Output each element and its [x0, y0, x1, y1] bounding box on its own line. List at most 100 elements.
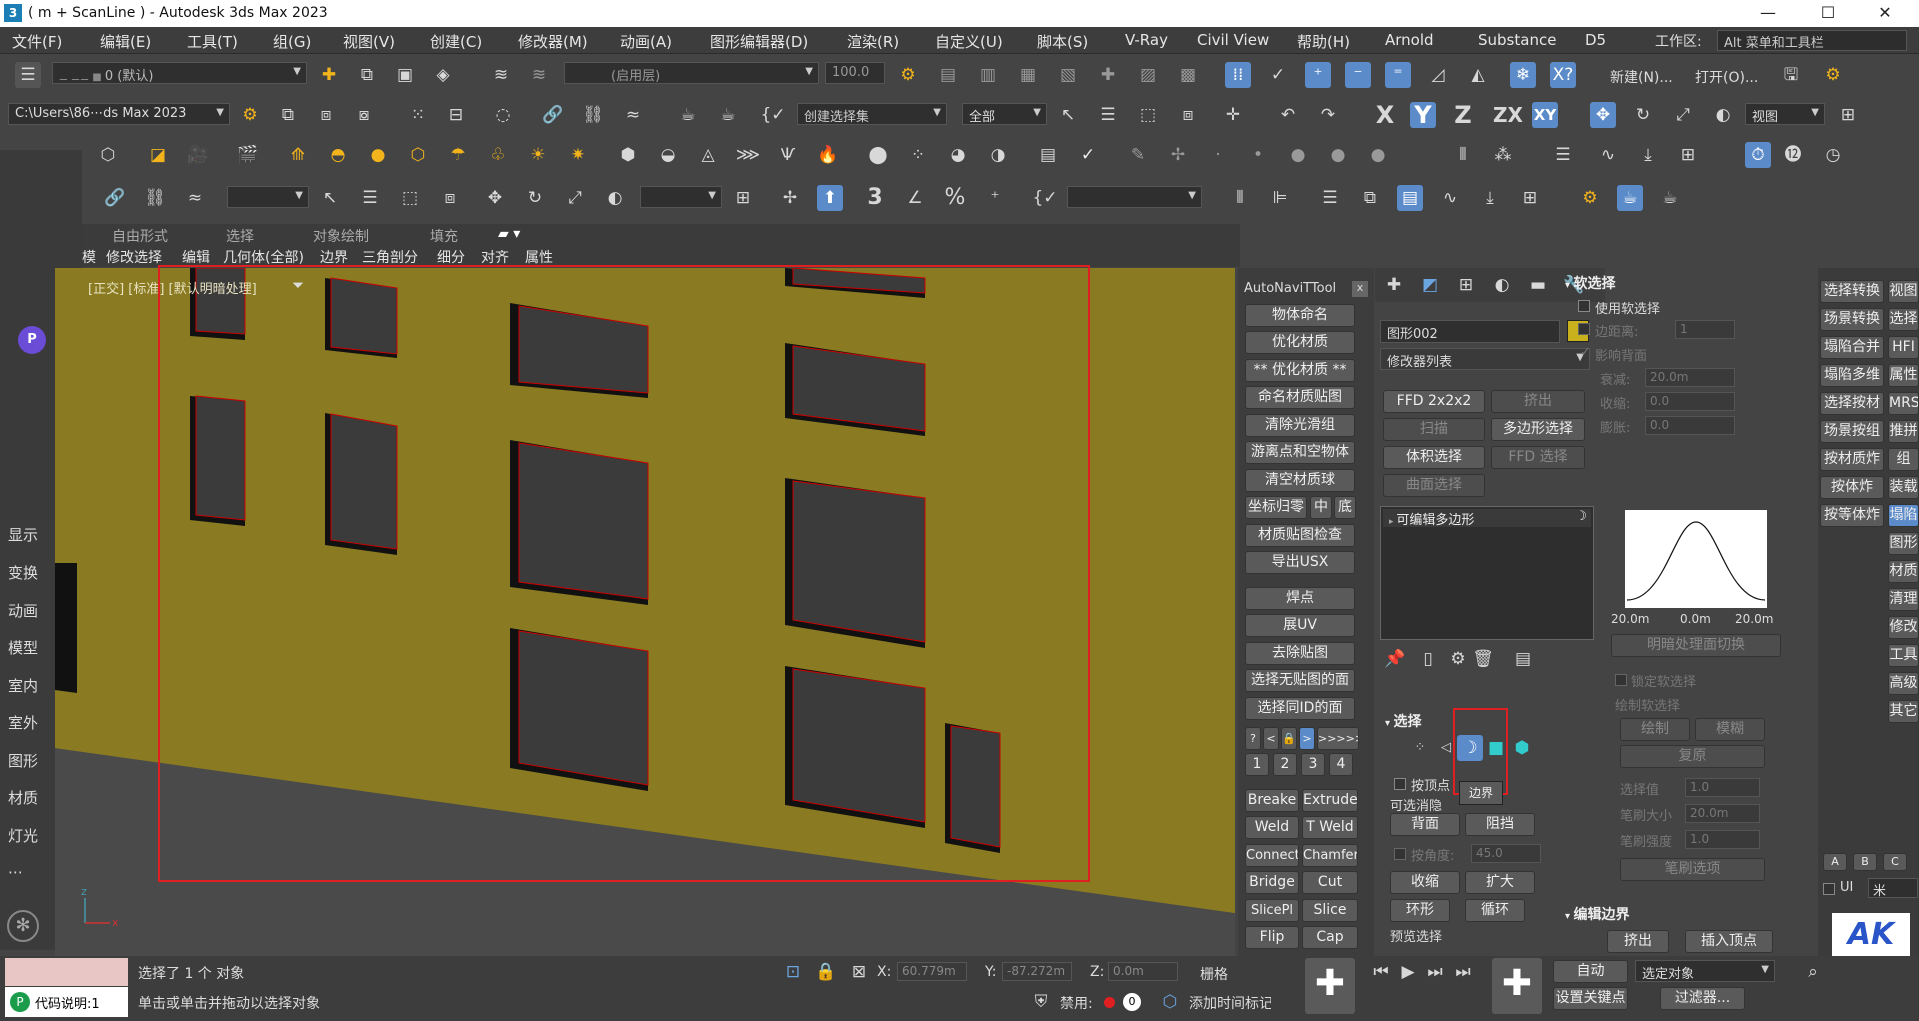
place-tool-icon[interactable]: ◐ [1710, 102, 1736, 128]
menu-help[interactable]: 帮助(H) [1297, 31, 1350, 52]
render-archive-icon[interactable]: ▩ [1175, 62, 1201, 88]
umbrella-light-icon[interactable]: ☂ [445, 142, 471, 168]
mod-volume-select[interactable]: 体积选择 [1383, 446, 1485, 469]
mini-forward[interactable]: >>>>> [1317, 727, 1359, 750]
render-setup-icon-2[interactable]: ⚙ [1577, 185, 1603, 211]
render-icon[interactable]: ▦ [1015, 62, 1041, 88]
occluded-button[interactable]: 阻挡 [1465, 813, 1535, 836]
set-key-button[interactable]: 设置关键点 [1553, 987, 1628, 1010]
left-lights[interactable]: 灯光 [8, 825, 38, 846]
unit-dropdown[interactable]: 米 [1868, 878, 1918, 898]
fr-c[interactable]: C [1883, 853, 1907, 871]
menu-create[interactable]: 创建(C) [430, 31, 482, 52]
fr-other[interactable]: 其它 [1888, 700, 1919, 723]
paint-icon[interactable]: ✎ [1125, 142, 1151, 168]
add-time-tag-icon[interactable]: ⬡ [1157, 989, 1183, 1015]
snap-grid-icon[interactable]: ⁞⁞ [1225, 62, 1251, 88]
ribbon-toggle-icon[interactable]: ▤ [1397, 185, 1423, 211]
settings-gear-icon-left[interactable]: ✻ [7, 910, 39, 942]
lock-icon[interactable]: 🔒 [1281, 727, 1297, 750]
scale-tool-icon[interactable]: ⤢ [1670, 102, 1696, 128]
ribbon-geometry-all[interactable]: 几何体(全部) [223, 247, 304, 267]
layer-explorer-icon[interactable]: ☰ [1550, 142, 1576, 168]
ribbon-triangulation[interactable]: 三角剖分 [362, 247, 418, 267]
mod-poly-select[interactable]: 多边形选择 [1491, 418, 1585, 441]
selected-object-dropdown[interactable]: 选定对象 ▼ [1635, 960, 1775, 982]
curve-editor-icon[interactable]: ∿ [1595, 142, 1621, 168]
percent-snap-icon[interactable]: % [942, 185, 968, 211]
fr-scene-by-group[interactable]: 场景按组 [1820, 420, 1884, 443]
x-coord-field[interactable]: 60.779m [897, 962, 967, 981]
dot-xlarge-icon[interactable]: ● [1325, 142, 1351, 168]
ribbon-tab-populate[interactable]: 填充 [430, 226, 458, 246]
bubble-spinner[interactable]: 0.0 [1645, 416, 1735, 435]
mod-ffd-select[interactable]: FFD 选择 [1491, 446, 1585, 469]
fr-view[interactable]: 视图 [1888, 280, 1919, 303]
mirror-icon[interactable]: ◿ [1425, 62, 1451, 88]
fr-mrs[interactable]: MRS [1888, 392, 1919, 415]
record-indicator-icon[interactable] [1104, 997, 1115, 1008]
mirror-align-icon[interactable]: ⫴ [1450, 142, 1476, 168]
left-model[interactable]: 模型 [8, 637, 38, 658]
mod-surface-select[interactable]: 曲面选择 [1383, 474, 1485, 497]
axis-z-button[interactable]: Z [1450, 102, 1476, 128]
by-angle-checkbox[interactable] [1394, 848, 1406, 860]
scene-layer-icon[interactable]: ≋ [488, 62, 514, 88]
snap-3d-icon[interactable]: 3 [862, 185, 888, 211]
left-transform[interactable]: 变换 [8, 562, 38, 583]
tool-cap[interactable]: Cap [1302, 926, 1358, 949]
by-vertex-checkbox[interactable] [1394, 778, 1406, 790]
vray-sphere-icon[interactable]: ◒ [655, 142, 681, 168]
script-tool-close[interactable]: x [1352, 281, 1368, 297]
rect-selection-icon[interactable]: ⬚ [1135, 102, 1161, 128]
edge-distance-spinner[interactable]: 1 [1675, 320, 1735, 339]
angle-spinner[interactable]: 45.0 [1471, 844, 1541, 863]
open-scene-link[interactable]: 打开(O)... [1695, 67, 1758, 87]
dot-xxlarge-icon[interactable]: ● [1365, 142, 1391, 168]
named-sets-dropdown-2[interactable]: ▼ [1067, 186, 1202, 208]
tool-extrude[interactable]: Extrude [1302, 789, 1358, 812]
tool-flip[interactable]: Flip [1245, 926, 1299, 949]
fr-a[interactable]: A [1823, 853, 1847, 871]
menu-vray[interactable]: V-Ray [1125, 31, 1168, 49]
manipulate-icon[interactable]: ✢ [777, 185, 803, 211]
hierarchy-tab-icon[interactable]: ⊞ [1453, 272, 1479, 298]
left-display[interactable]: 显示 [8, 524, 38, 545]
select-value-spinner[interactable]: 1.0 [1685, 778, 1760, 797]
add-time-tag-label[interactable]: 添加时间标记 [1189, 993, 1271, 1013]
pinch-spinner[interactable]: 0.0 [1645, 392, 1735, 411]
ribbon-mode[interactable]: 模 [82, 247, 96, 267]
menu-graph-editors[interactable]: 图形编辑器(D) [710, 31, 808, 52]
place-icon-2[interactable]: ◐ [602, 185, 628, 211]
settings-gear-icon[interactable]: ⚙ [1820, 62, 1846, 88]
keyboard-shortcut-icon[interactable]: ⬆ [817, 185, 843, 211]
render-setup-icon[interactable]: ▤ [935, 62, 961, 88]
lock-selection-icon[interactable]: 🔒 [813, 959, 839, 985]
auto-key-button[interactable]: 自动 [1553, 960, 1628, 983]
schematic-view-icon[interactable]: ⊞ [1675, 142, 1701, 168]
num-4[interactable]: 4 [1329, 753, 1353, 776]
script-btn-isolated-points[interactable]: 游离点和空物体 [1245, 441, 1355, 464]
shield-icon[interactable]: ⛨ [1028, 989, 1054, 1015]
vray-plane-icon[interactable]: ◬ [695, 142, 721, 168]
ribbon-border[interactable]: 边界 [320, 247, 348, 267]
light-icon[interactable]: ◪ [145, 142, 171, 168]
brush-size-spinner[interactable]: 20.0m [1685, 804, 1760, 823]
fr-select-by-material[interactable]: 选择按材 [1820, 392, 1884, 415]
fr-explode-by-body[interactable]: 按体炸 [1820, 476, 1884, 499]
reference-coord-dropdown[interactable]: 视图 ▼ [1745, 103, 1825, 125]
paste-icon[interactable]: ⧈ [313, 102, 339, 128]
fr-collapse-merge[interactable]: 塌陷合并 [1820, 336, 1884, 359]
mini-next[interactable]: > [1299, 727, 1315, 750]
menu-scripting[interactable]: 脚本(S) [1037, 31, 1088, 52]
sun-icon[interactable]: ☀ [525, 142, 551, 168]
menu-civil-view[interactable]: Civil View [1197, 31, 1269, 49]
select-by-name-icon-2[interactable]: ☰ [357, 185, 383, 211]
box-icon[interactable]: ⬡ [95, 142, 121, 168]
fr-group[interactable]: 组 [1888, 448, 1919, 471]
ribbon-edit[interactable]: 编辑 [182, 247, 210, 267]
material-editor-icon[interactable]: ◕ [945, 142, 971, 168]
enable-layer-field[interactable]: (启用层) ▼ [564, 62, 819, 84]
proxy-icon[interactable]: ⬢ [615, 142, 641, 168]
rendered-frame-icon-2[interactable]: ☕ [1617, 185, 1643, 211]
